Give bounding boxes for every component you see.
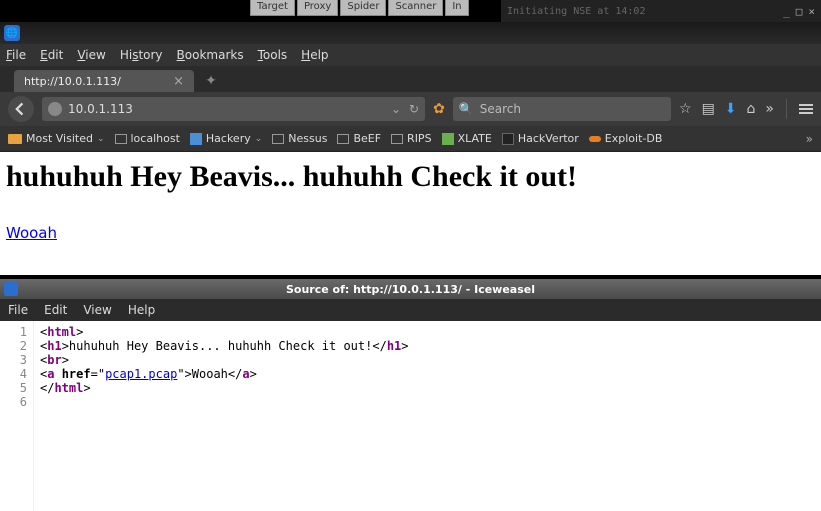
- downloads-icon[interactable]: ⬇: [725, 101, 737, 117]
- back-button[interactable]: [8, 96, 34, 122]
- search-bar[interactable]: 🔍 Search: [453, 97, 671, 121]
- menu-tools[interactable]: Tools: [258, 48, 288, 62]
- addon-icon[interactable]: ✿: [433, 101, 445, 117]
- source-title-text: Source of: http://10.0.1.113/ - Icewease…: [286, 283, 535, 296]
- bookmarks-toolbar: Most Visited ⌄ localhost Hackery ⌄ Nessu…: [0, 126, 821, 152]
- search-placeholder: Search: [480, 102, 521, 116]
- clipboard-icon[interactable]: ▤: [702, 101, 715, 117]
- menu-history[interactable]: History: [120, 48, 163, 62]
- site-icon: [502, 133, 514, 145]
- bookmark-label: Nessus: [288, 132, 327, 145]
- bookmark-hackvertor[interactable]: HackVertor: [502, 132, 579, 145]
- bookmark-exploitdb[interactable]: Exploit-DB: [589, 132, 663, 145]
- window-maximize-icon[interactable]: □: [796, 5, 803, 18]
- code-line: </html>: [40, 381, 409, 395]
- site-icon: [589, 136, 601, 142]
- overflow-icon[interactable]: »: [765, 101, 774, 117]
- menu-hamburger-icon[interactable]: [799, 104, 813, 114]
- divider: [786, 99, 787, 119]
- page-heading: huhuhuh Hey Beavis... huhuhh Check it ou…: [6, 160, 815, 194]
- menu-edit[interactable]: Edit: [40, 48, 63, 62]
- background-tabs: Target Proxy Spider Scanner In: [250, 0, 469, 16]
- folder-icon: [190, 133, 202, 145]
- menu-help[interactable]: Help: [301, 48, 328, 62]
- code-line: [40, 395, 409, 409]
- code-line: <a href="pcap1.pcap">Wooah</a>: [40, 367, 409, 381]
- background-terminal: Initiating NSE at 14:02 _ □ ×: [501, 0, 821, 22]
- arrow-left-icon: [14, 102, 28, 116]
- code-line: <br>: [40, 353, 409, 367]
- bookmark-nessus[interactable]: Nessus: [272, 132, 327, 145]
- page-content: huhuhuh Hey Beavis... huhuhh Check it ou…: [0, 152, 821, 275]
- globe-icon: [48, 102, 62, 116]
- page-icon: [337, 134, 349, 144]
- bookmark-label: BeEF: [353, 132, 381, 145]
- bookmark-label: Exploit-DB: [605, 132, 663, 145]
- bookmark-beef[interactable]: BeEF: [337, 132, 381, 145]
- source-menubar: File Edit View Help: [0, 299, 821, 321]
- search-icon: 🔍: [459, 102, 474, 116]
- browser-menubar: File Edit View History Bookmarks Tools H…: [0, 44, 821, 66]
- dropdown-icon[interactable]: ⌄: [391, 102, 401, 116]
- url-text: 10.0.1.113: [68, 102, 385, 116]
- bg-tab: Scanner: [388, 0, 443, 16]
- site-icon: [442, 133, 454, 145]
- folder-icon: [8, 134, 22, 144]
- bookmark-rips[interactable]: RIPS: [391, 132, 432, 145]
- chevron-down-icon: ⌄: [255, 134, 263, 144]
- code-line: <h1>huhuhuh Hey Beavis... huhuhh Check i…: [40, 339, 409, 353]
- page-link-wooah[interactable]: Wooah: [6, 224, 57, 242]
- url-bar[interactable]: 10.0.1.113 ⌄ ↻: [42, 97, 425, 121]
- window-minimize-icon[interactable]: _: [783, 5, 790, 18]
- page-icon: [391, 134, 403, 144]
- tab-close-icon[interactable]: ×: [173, 74, 184, 89]
- source-body: 123456 <html> <h1>huhuhuh Hey Beavis... …: [0, 321, 821, 511]
- line-gutter: 123456: [0, 321, 34, 511]
- browser-window: 🌐 File Edit View History Bookmarks Tools…: [0, 22, 821, 275]
- src-menu-help[interactable]: Help: [128, 303, 155, 317]
- iceweasel-icon: 🌐: [4, 25, 20, 41]
- navigation-toolbar: 10.0.1.113 ⌄ ↻ ✿ 🔍 Search ☆ ▤ ⬇ ⌂ »: [0, 92, 821, 126]
- code-line: <html>: [40, 325, 409, 339]
- bookmark-localhost[interactable]: localhost: [115, 132, 180, 145]
- view-source-window: Source of: http://10.0.1.113/ - Icewease…: [0, 279, 821, 511]
- bookmark-label: Hackery: [206, 132, 251, 145]
- bookmark-label: XLATE: [458, 132, 492, 145]
- bg-tab: Proxy: [297, 0, 338, 16]
- reload-icon[interactable]: ↻: [409, 102, 419, 116]
- terminal-text: Initiating NSE at 14:02: [507, 6, 645, 17]
- browser-titlebar: 🌐: [0, 22, 821, 44]
- page-icon: [115, 134, 127, 144]
- bg-tab: In: [445, 0, 468, 16]
- bookmark-xlate[interactable]: XLATE: [442, 132, 492, 145]
- bg-tab: Target: [250, 0, 295, 16]
- window-close-icon[interactable]: ×: [808, 5, 815, 18]
- tab-title: http://10.0.1.113/: [24, 75, 121, 88]
- bg-tab: Spider: [340, 0, 386, 16]
- source-code[interactable]: <html> <h1>huhuhuh Hey Beavis... huhuhh …: [34, 321, 409, 511]
- src-menu-edit[interactable]: Edit: [44, 303, 67, 317]
- src-menu-view[interactable]: View: [83, 303, 111, 317]
- tab-strip: http://10.0.1.113/ × ✦: [0, 66, 821, 92]
- browser-tab[interactable]: http://10.0.1.113/ ×: [14, 70, 194, 92]
- source-titlebar: Source of: http://10.0.1.113/ - Icewease…: [0, 279, 821, 299]
- bookmark-label: HackVertor: [518, 132, 579, 145]
- bookmark-label: Most Visited: [26, 132, 93, 145]
- bookmark-hackery[interactable]: Hackery ⌄: [190, 132, 262, 145]
- bookmark-most-visited[interactable]: Most Visited ⌄: [8, 132, 105, 145]
- src-menu-file[interactable]: File: [8, 303, 28, 317]
- bookmarks-overflow-icon[interactable]: »: [806, 132, 813, 146]
- menu-file[interactable]: File: [6, 48, 26, 62]
- new-tab-button[interactable]: ✦: [202, 72, 220, 90]
- bookmark-label: localhost: [131, 132, 180, 145]
- page-icon: [272, 134, 284, 144]
- bookmark-star-icon[interactable]: ☆: [679, 101, 692, 117]
- menu-view[interactable]: View: [77, 48, 105, 62]
- chevron-down-icon: ⌄: [97, 134, 105, 144]
- menu-bookmarks[interactable]: Bookmarks: [177, 48, 244, 62]
- home-icon[interactable]: ⌂: [747, 101, 756, 117]
- bookmark-label: RIPS: [407, 132, 432, 145]
- iceweasel-icon: [4, 282, 18, 296]
